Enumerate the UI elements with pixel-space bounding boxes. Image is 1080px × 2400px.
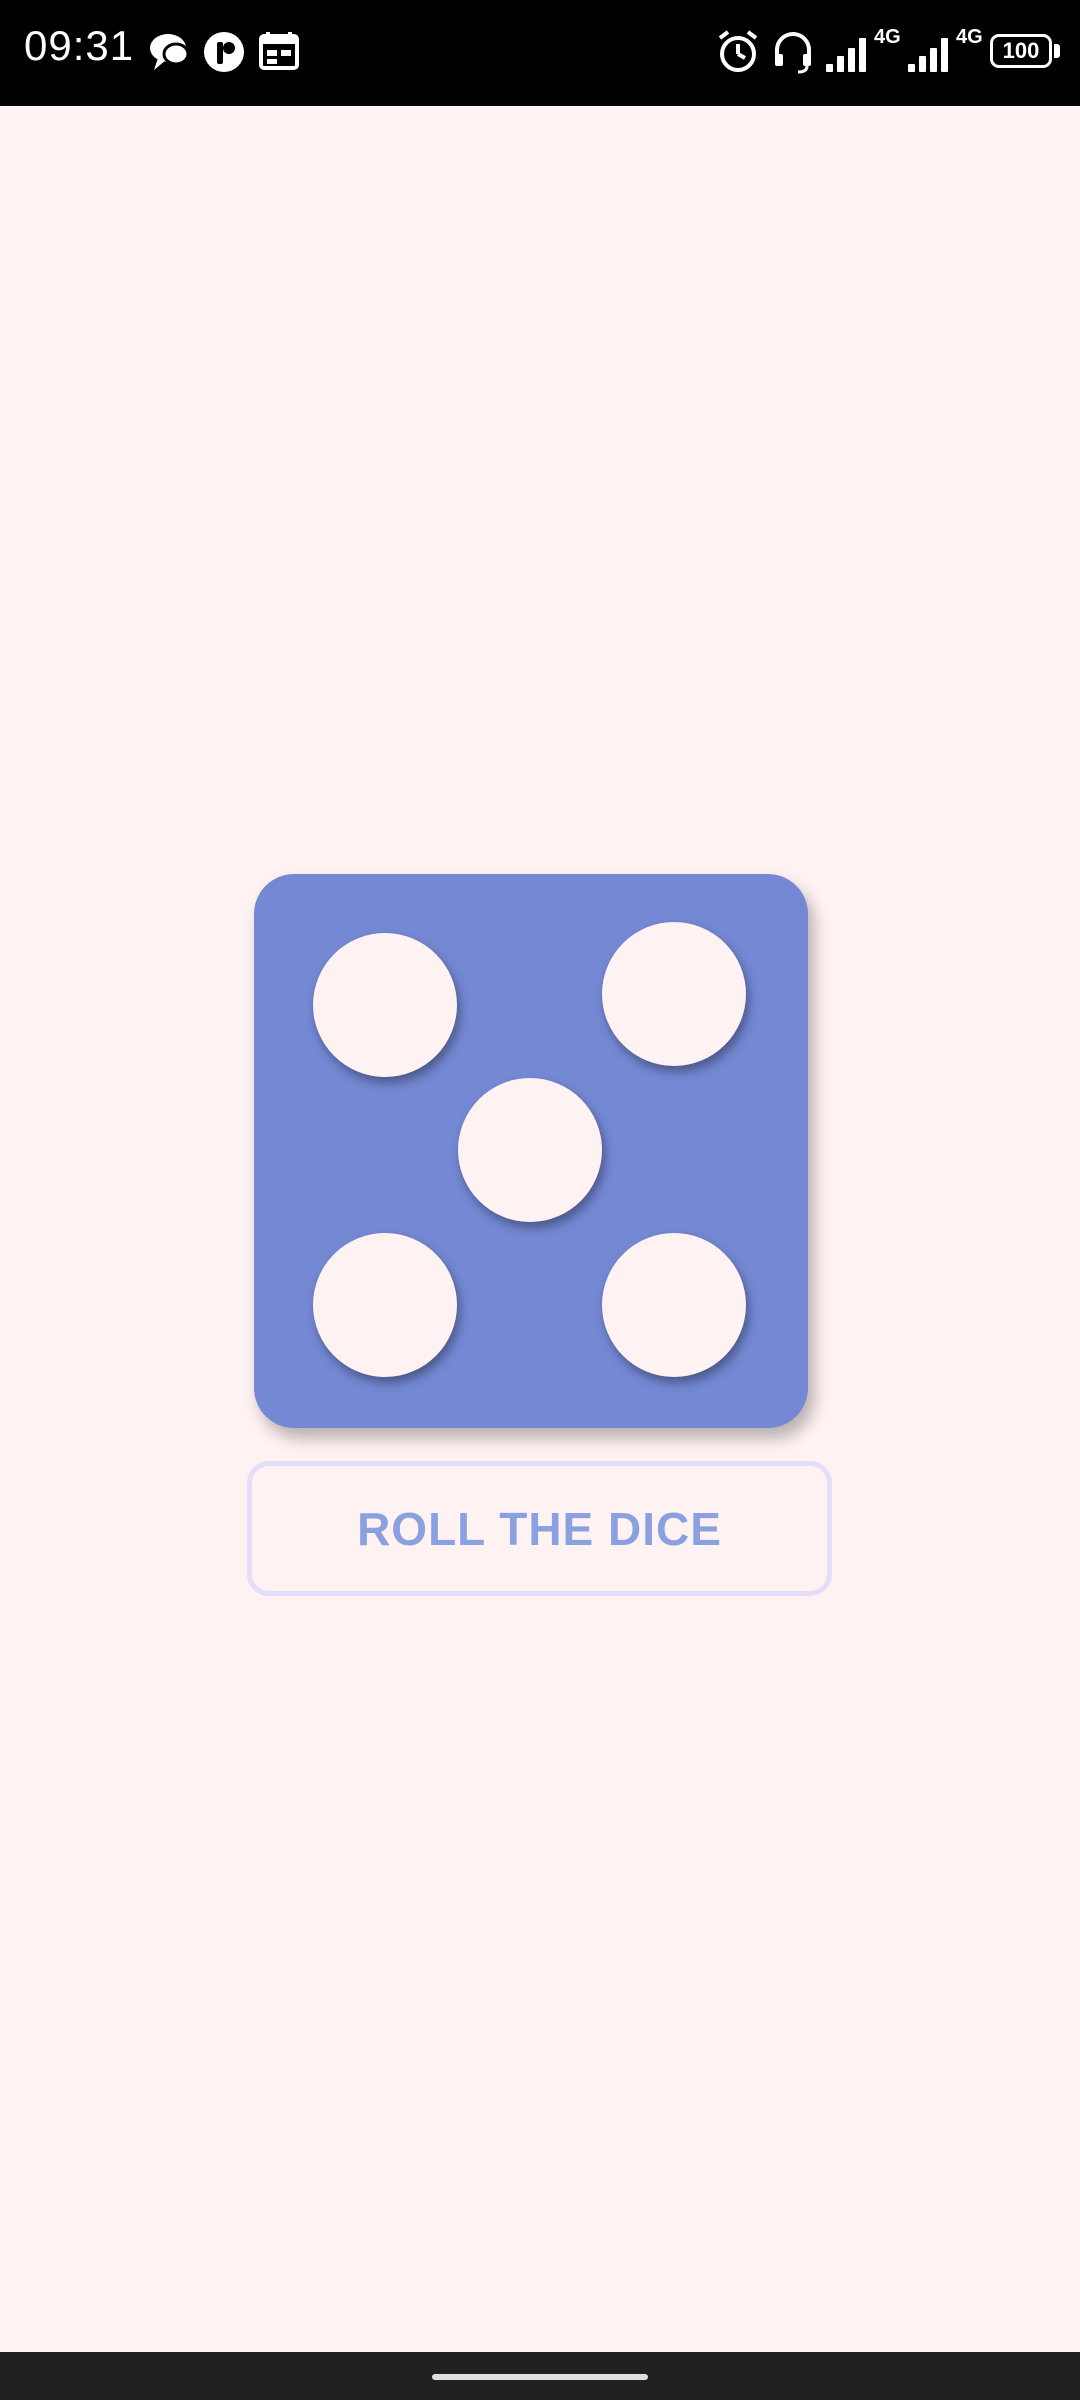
navigation-bar xyxy=(0,2352,1080,2400)
dice-pip-top-right xyxy=(602,922,746,1066)
signal-icon xyxy=(906,28,954,76)
dice-pip-bottom-right xyxy=(602,1233,746,1377)
battery-icon: 100 xyxy=(990,34,1052,68)
dice-pip-center xyxy=(458,1078,602,1222)
dice-face-five[interactable] xyxy=(254,874,808,1428)
headset-icon xyxy=(772,28,814,76)
alarm-icon xyxy=(716,28,760,76)
dice-pip-top-left xyxy=(313,933,457,1077)
battery-level: 100 xyxy=(1002,38,1040,63)
status-time: 09:31 xyxy=(24,22,135,69)
calendar-icon xyxy=(258,28,300,76)
battery-tip xyxy=(1054,44,1060,58)
home-gesture-handle[interactable] xyxy=(432,2374,648,2380)
status-bar: 09:31 4G 4G 100 xyxy=(0,0,1080,106)
signal-icon xyxy=(824,28,872,76)
roll-dice-button[interactable]: ROLL THE DICE xyxy=(247,1461,832,1596)
roll-dice-button-label: ROLL THE DICE xyxy=(357,1502,722,1555)
dice-pip-bottom-left xyxy=(313,1233,457,1377)
app-badge-icon xyxy=(202,28,246,76)
network-type-label: 4G xyxy=(874,26,901,48)
app-screen: 09:31 4G 4G 100 ROLL THE DICE xyxy=(0,0,1080,2400)
chat-bubble-icon xyxy=(148,28,190,76)
network-type-label: 4G xyxy=(956,26,983,48)
